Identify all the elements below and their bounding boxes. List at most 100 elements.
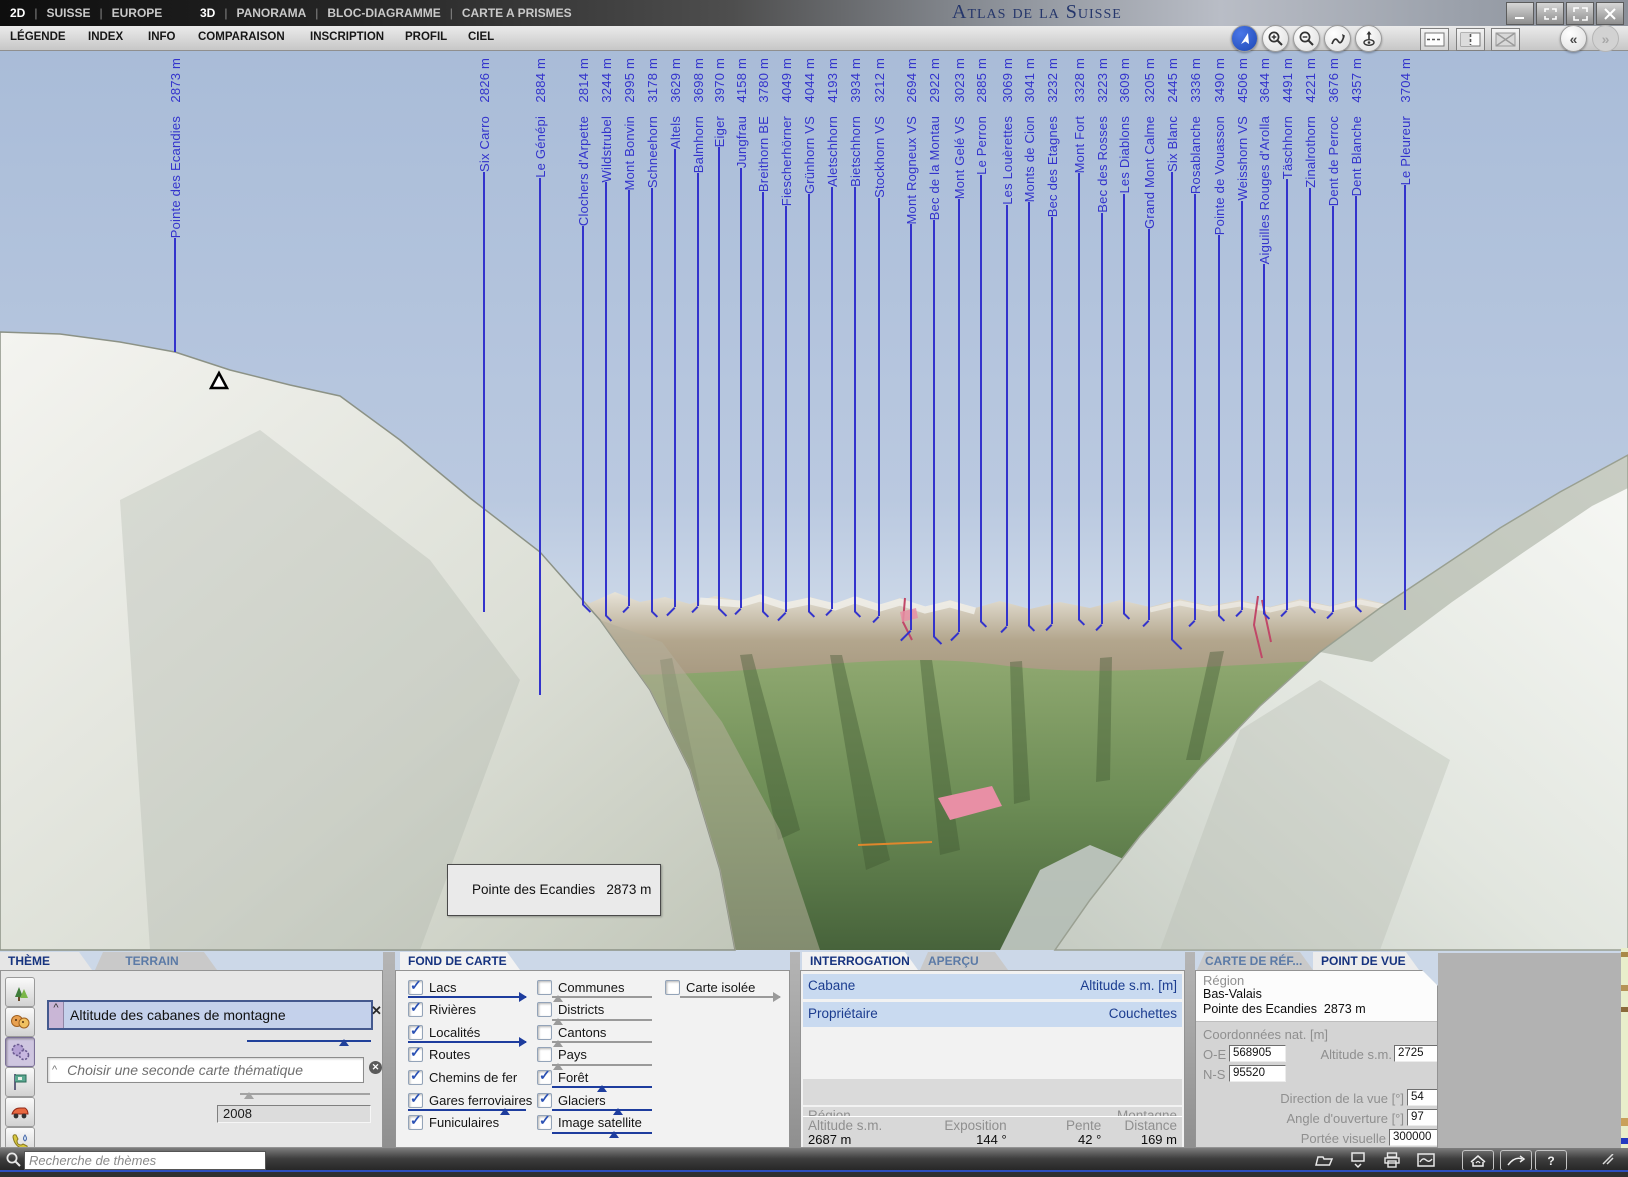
theme-search-input[interactable] [24,1151,266,1170]
mode-menu-item-carte-a-prismes[interactable]: CARTE A PRISMES [462,6,572,20]
close-button[interactable] [1596,2,1624,25]
theme-category-transport-icon[interactable] [5,1097,35,1127]
layer-opacity-slider[interactable] [552,1064,652,1066]
menu-item-profil[interactable]: PROFIL [405,31,447,43]
theme-category-state-icon[interactable] [5,1067,35,1097]
oe-field[interactable]: 568905 [1229,1045,1286,1062]
peak-leader-line [1043,217,1061,630]
mode-menu-item-europe[interactable]: EUROPE [112,6,163,20]
split-cross-icon[interactable] [1491,28,1520,51]
year-field[interactable]: 2008 [217,1105,371,1123]
layer-opacity-slider[interactable] [552,1041,652,1043]
altitude-field[interactable]: 2725 [1394,1045,1438,1062]
layer-opacity-slider[interactable] [552,1132,652,1134]
peak-leader-line [972,175,990,628]
layer-checkbox[interactable] [665,980,680,995]
menu-item-inscription[interactable]: INSCRIPTION [310,31,384,43]
menu-separator: | [315,6,318,20]
zoom-out-icon[interactable] [1293,25,1320,52]
interrogation-panel: INTERROGATION APERÇU Cabane Altitude s.m… [800,952,1185,1148]
tab-interrogation[interactable]: INTERROGATION [802,952,918,970]
menu-item-comparaison[interactable]: COMPARAISON [198,31,285,43]
mode-menu-item-2d[interactable]: 2D [10,6,25,20]
layer-checkbox[interactable] [537,1025,552,1040]
export-icon[interactable] [1347,1151,1371,1169]
layer-opacity-slider[interactable] [552,1109,652,1111]
layer-checkbox[interactable] [408,1047,423,1062]
peak-label-text: Mont Rogneux VS 2694 m [903,58,920,224]
layer-checkbox[interactable] [537,1093,552,1108]
peak-leader-line [1020,202,1038,632]
peak-leader-line [666,149,684,615]
dropdown-caret-icon[interactable]: ^ [49,1002,64,1028]
tab-fond-de-carte[interactable]: FOND DE CARTE [400,952,520,970]
split-horizontal-icon[interactable] [1420,28,1449,51]
clear-secondary-theme-icon[interactable]: ✕ [369,1061,382,1074]
view-direction-field[interactable]: 54 [1407,1089,1438,1106]
help-button[interactable]: ? [1535,1150,1567,1171]
layer-opacity-slider[interactable] [408,996,526,998]
minimize-button[interactable] [1506,2,1534,25]
mode-menu-item-3d[interactable]: 3D [200,6,215,20]
theme-category-population-icon[interactable] [5,1007,35,1037]
menu-item-ciel[interactable]: CIEL [468,31,494,43]
theme-category-economy-icon[interactable] [5,1037,35,1067]
theme-opacity-slider[interactable] [247,1040,371,1042]
theme-category-energy-icon[interactable] [5,1127,35,1148]
menu-item-index[interactable]: INDEX [88,31,123,43]
theme-category-nature-icon[interactable] [5,977,35,1007]
layer-checkbox[interactable] [537,1002,552,1017]
layer-opacity-slider[interactable] [408,1041,526,1043]
layer-checkbox[interactable] [537,980,552,995]
restore-button[interactable] [1536,2,1564,25]
print-icon[interactable] [1381,1151,1405,1169]
panorama-home-button[interactable] [1462,1150,1494,1171]
layer-opacity-slider[interactable] [552,1019,652,1021]
layer-opacity-slider[interactable] [408,1109,526,1111]
peak-label-text: Le Perron 2885 m [973,58,990,175]
viewpoint-tool-icon[interactable] [1355,25,1382,52]
aperture-angle-field[interactable]: 97 [1407,1109,1438,1126]
layer-opacity-slider[interactable] [680,996,780,998]
visual-range-field[interactable]: 300000 [1389,1129,1438,1146]
layer-opacity-slider[interactable] [552,996,652,998]
layer-opacity-slider[interactable] [552,1086,652,1088]
layer-checkbox[interactable] [408,1025,423,1040]
layer-checkbox[interactable] [408,980,423,995]
tab-point-de-vue[interactable]: POINT DE VUE [1313,952,1419,970]
image-export-icon[interactable] [1415,1151,1439,1169]
layer-checkbox[interactable] [408,1002,423,1017]
layer-label: Communes [558,980,624,995]
open-folder-icon[interactable] [1313,1151,1337,1169]
layer-checkbox[interactable] [408,1093,423,1108]
measure-link-button[interactable] [1500,1150,1532,1171]
zoom-in-icon[interactable] [1262,25,1289,52]
peak-leader-line [1255,264,1273,620]
menu-item-l-gende[interactable]: LÉGENDE [10,31,66,43]
back-icon[interactable]: « [1560,25,1587,52]
tab-apercu[interactable]: APERÇU [920,952,1008,970]
peak-label-text: Rosablanche 3336 m [1187,58,1204,194]
secondary-theme-dropdown[interactable]: ^ Choisir une seconde carte thématique [47,1057,364,1083]
layer-checkbox[interactable] [408,1115,423,1130]
profile-tool-icon[interactable] [1324,25,1351,52]
tab-theme[interactable]: THÈME [0,952,92,970]
remove-theme-icon[interactable]: ✕ [371,1004,382,1017]
forward-icon[interactable]: » [1592,25,1619,52]
pointer-tool-button[interactable] [1231,25,1258,52]
tab-terrain[interactable]: TERRAIN [95,952,217,970]
mode-menu-item-panorama[interactable]: PANORAMA [236,6,306,20]
layer-checkbox[interactable] [537,1047,552,1062]
secondary-opacity-slider[interactable] [240,1093,370,1095]
mode-menu-item-bloc-diagramme[interactable]: BLOC-DIAGRAMME [327,6,440,20]
mode-menu-item-suisse[interactable]: SUISSE [46,6,90,20]
primary-theme-dropdown[interactable]: ^ Altitude des cabanes de montagne [47,1000,373,1030]
layer-checkbox[interactable] [537,1070,552,1085]
layer-checkbox[interactable] [537,1115,552,1130]
ns-field[interactable]: 95520 [1229,1065,1286,1082]
maximize-button[interactable] [1566,2,1594,25]
layer-checkbox[interactable] [408,1070,423,1085]
menu-item-info[interactable]: INFO [148,31,175,43]
tab-carte-de-reference[interactable]: CARTE DE RÉF... [1197,952,1313,970]
split-vertical-icon[interactable] [1456,28,1485,51]
